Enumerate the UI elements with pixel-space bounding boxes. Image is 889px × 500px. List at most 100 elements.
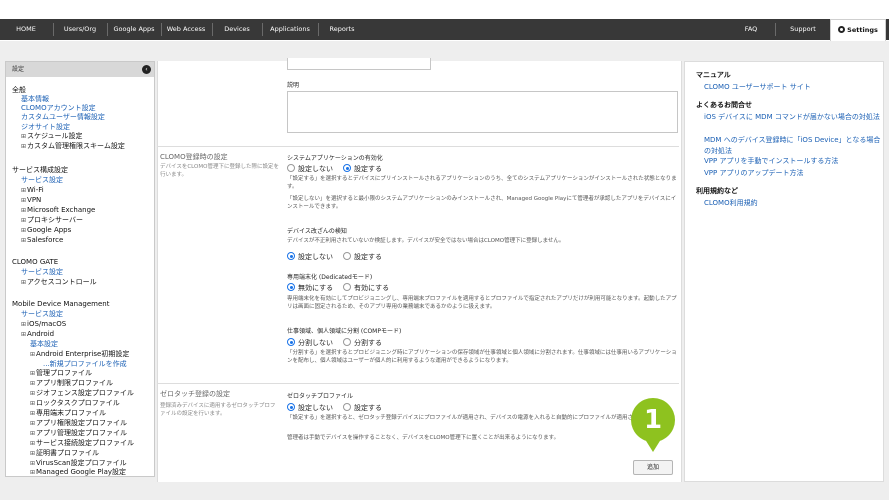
option-label: 設定する (354, 253, 382, 261)
radio-selected-icon (287, 403, 295, 411)
sidebar-item-locktask-profile[interactable]: ロックタスクプロファイル (30, 399, 120, 408)
sidebar-item-ios-macos[interactable]: iOS/macOS (21, 320, 66, 329)
radio-selected-icon (343, 164, 351, 172)
sidebar-item-geosite[interactable]: ジオサイト設定 (21, 123, 70, 132)
nav-reports[interactable]: Reports (319, 19, 365, 40)
tamper-option-off[interactable]: 設定しない (287, 252, 333, 262)
sidebar-item-mdm-service[interactable]: サービス設定 (21, 310, 63, 319)
option-label: 有効にする (354, 284, 390, 292)
sidebar-item-app-restriction-profile[interactable]: アプリ制限プロファイル (30, 379, 113, 388)
sidebar-item-google-apps[interactable]: Google Apps (21, 226, 71, 235)
nav-devices[interactable]: Devices (213, 19, 261, 40)
sidebar-item-app-permission-profile[interactable]: アプリ権限設定プロファイル (30, 419, 127, 428)
sidebar-item-schedule[interactable]: スケジュール設定 (21, 132, 83, 141)
name-input[interactable] (287, 58, 431, 70)
radio-icon (343, 283, 351, 291)
sidebar-item-dedicated-profile[interactable]: 専用端末プロファイル (30, 409, 106, 418)
step-badge-pointer (643, 436, 663, 452)
sidebar-item-certificate-profile[interactable]: 証明書プロファイル (30, 449, 99, 458)
zero-touch-help-2: 管理者は手動でデバイスを操作することなく、デバイスをCLOMO管理下に置くことが… (287, 435, 560, 441)
description-textarea[interactable] (287, 91, 678, 133)
zero-touch-option-off[interactable]: 設定しない (287, 403, 333, 413)
terms-heading: 利用規約など (696, 187, 738, 195)
sidebar-item-new-profile[interactable]: ...新規プロファイルを作成 (43, 360, 127, 369)
option-label: 無効にする (298, 284, 334, 292)
section-desc-clomo-registration: デバイスをCLOMO管理下に登録した際に設定を行います。 (160, 164, 279, 178)
zero-touch-option-on[interactable]: 設定する (343, 403, 382, 413)
zero-touch-help-1: 「設定する」を選択すると、ゼロタッチ登録デバイスにプロファイルが適用され、デバイ… (287, 415, 655, 421)
sidebar-item-salesforce[interactable]: Salesforce (21, 236, 63, 245)
comp-option-no-split[interactable]: 分割しない (287, 338, 333, 348)
sidebar-item-geofence-profile[interactable]: ジオフェンス設定プロファイル (30, 389, 134, 398)
sidebar-item-access-control[interactable]: アクセスコントロール (21, 278, 97, 287)
dedicated-help: 専用端末化を有効にしてプロビジョニングし、専用端末プロファイルを適用するとプロフ… (287, 296, 677, 310)
sidebar-item-virusscan-profile[interactable]: VirusScan設定プロファイル (30, 459, 127, 468)
nav-home[interactable]: HOME (0, 19, 52, 40)
nav-web-access[interactable]: Web Access (162, 19, 210, 40)
sidebar-item-service-settings[interactable]: サービス設定 (21, 176, 63, 185)
faq-link-ios-device[interactable]: MDM へのデバイス登録時に「iOS Device」となる場合の対処法 (704, 135, 882, 157)
sidebar-item-proxy[interactable]: プロキシサーバー (21, 216, 83, 225)
sidebar-item-custom-user-info[interactable]: カスタムユーザー情報設定 (21, 113, 105, 122)
radio-selected-icon (287, 283, 295, 291)
nav-support[interactable]: Support (776, 19, 830, 40)
sidebar-group-clomo-gate: CLOMO GATE (12, 258, 59, 266)
sidebar-item-wifi[interactable]: Wi-Fi (21, 186, 44, 195)
sidebar-item-basic-info[interactable]: 基本情報 (21, 95, 49, 104)
sidebar-item-gate-service[interactable]: サービス設定 (21, 268, 63, 277)
nav-settings-tab[interactable]: Settings (830, 19, 886, 41)
help-panel: マニュアル CLOMO ユーザーサポート サイト よくあるお問合せ iOS デバ… (684, 61, 884, 482)
sidebar-item-custom-admin-scheme[interactable]: カスタム管理権限スキーム設定 (21, 142, 125, 151)
option-label: 設定する (354, 165, 382, 173)
dedicated-label: 専用端末化 (Dedicatedモード) (287, 274, 373, 281)
sidebar-item-service-connection-profile[interactable]: サービス接続設定プロファイル (30, 439, 134, 448)
radio-icon (343, 252, 351, 260)
sidebar-item-android[interactable]: Android (21, 330, 54, 339)
comp-label: 仕事領域、個人領域に分割 (COMPモード) (287, 328, 402, 335)
sidebar-item-vpn[interactable]: VPN (21, 196, 41, 205)
faq-link-ios-mdm[interactable]: iOS デバイスに MDM コマンドが届かない場合の対処法 (704, 112, 882, 123)
manual-link-support-site[interactable]: CLOMO ユーザーサポート サイト (704, 82, 884, 93)
dedicated-option-disable[interactable]: 無効にする (287, 283, 333, 293)
sidebar-item-management-profile[interactable]: 管理プロファイル (30, 369, 92, 378)
sidebar-group-mdm: Mobile Device Management (12, 300, 110, 308)
system-apps-option-on[interactable]: 設定する (343, 164, 382, 174)
tamper-help: デバイスが不正利用されていないか検証します。デバイスが安全ではない場合はCLOM… (287, 238, 565, 244)
sidebar-item-android-enterprise-init[interactable]: Android Enterprise初期設定 (30, 350, 129, 359)
nav-applications[interactable]: Applications (263, 19, 317, 40)
sidebar-item-clomo-account[interactable]: CLOMOアカウント設定 (21, 104, 96, 113)
comp-option-split[interactable]: 分割する (343, 338, 382, 348)
option-label: 設定しない (298, 165, 333, 173)
settings-sidebar: 設定 ‹ 全般 基本情報 CLOMOアカウント設定 カスタムユーザー情報設定 ジ… (5, 61, 155, 477)
sidebar-item-android-basic[interactable]: 基本設定 (30, 340, 58, 349)
dedicated-option-enable[interactable]: 有効にする (343, 283, 389, 293)
sidebar-group-general: 全般 (12, 86, 26, 94)
sidebar-item-app-management-profile[interactable]: アプリ管理設定プロファイル (30, 429, 127, 438)
nav-settings-label: Settings (847, 26, 878, 34)
radio-icon (287, 164, 295, 172)
radio-icon (343, 403, 351, 411)
section-desc-zero-touch: 登録済みデバイスに適用するゼロタッチプロファイルの設定を行います。 (160, 403, 276, 417)
add-button[interactable]: 追加 (633, 460, 673, 475)
sidebar-header: 設定 ‹ (6, 62, 154, 77)
nav-faq[interactable]: FAQ (728, 19, 774, 40)
comp-help: 「分割する」を選択するとプロビジョニング時にアプリケーションの保存領域が仕事領域… (287, 350, 677, 364)
system-apps-option-off[interactable]: 設定しない (287, 164, 333, 174)
option-label: 設定する (354, 404, 382, 412)
sidebar-item-managed-google-play[interactable]: Managed Google Play設定 (30, 468, 126, 476)
option-label: 設定しない (298, 404, 333, 412)
system-apps-label: システムアプリケーションの有効化 (287, 155, 383, 162)
manual-heading: マニュアル (696, 71, 731, 79)
option-label: 分割する (354, 339, 382, 347)
tamper-option-on[interactable]: 設定する (343, 252, 382, 262)
faq-link-vpp-update[interactable]: VPP アプリのアップデート方法 (704, 168, 884, 179)
nav-users-org[interactable]: Users/Org (54, 19, 106, 40)
faq-link-vpp-install[interactable]: VPP アプリを手動でインストールする方法 (704, 156, 884, 167)
terms-link-clomo[interactable]: CLOMO利用規約 (704, 198, 884, 209)
nav-google-apps[interactable]: Google Apps (108, 19, 160, 40)
collapse-sidebar-icon[interactable]: ‹ (142, 65, 151, 74)
sidebar-title: 設定 (12, 66, 25, 73)
description-label: 説明 (287, 82, 300, 89)
sidebar-item-exchange[interactable]: Microsoft Exchange (21, 206, 95, 215)
radio-selected-icon (287, 338, 295, 346)
